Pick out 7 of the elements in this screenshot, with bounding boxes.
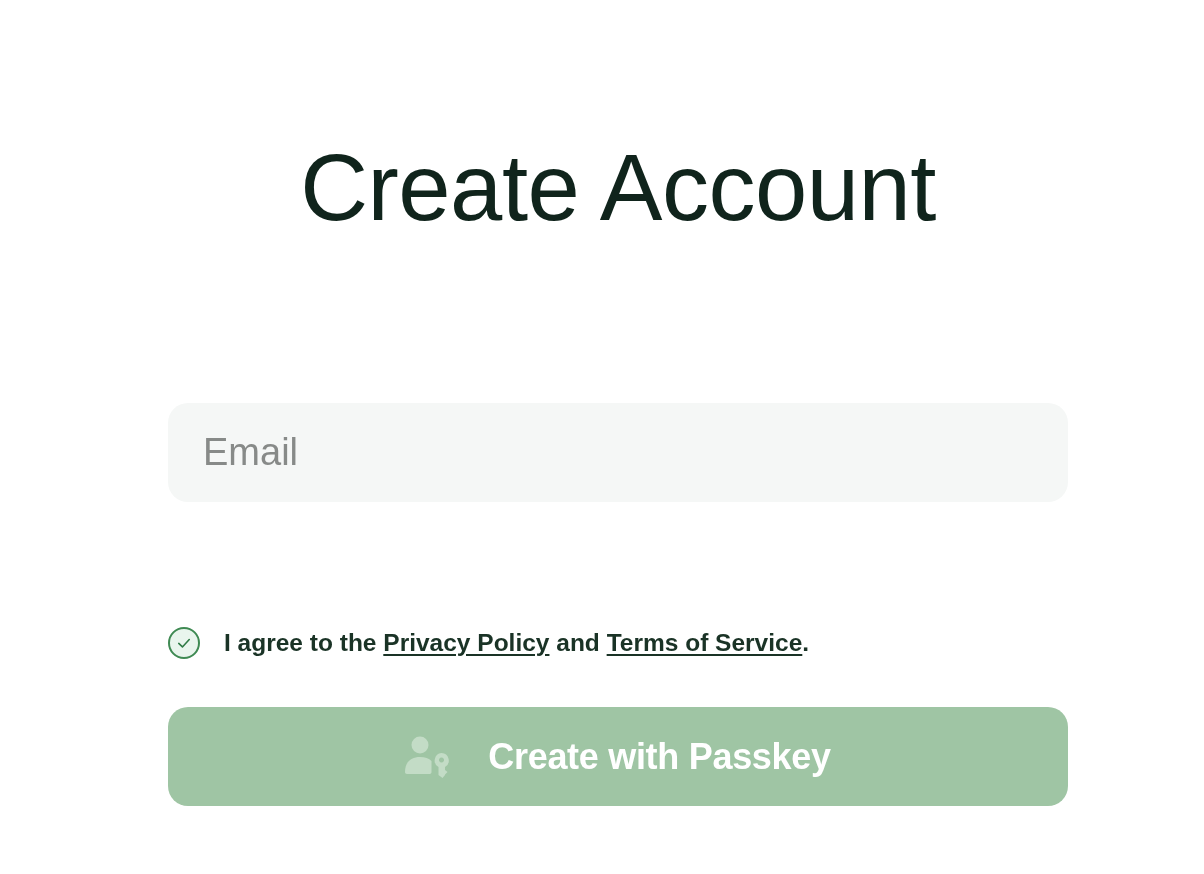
email-input-field[interactable]: Email — [168, 403, 1068, 502]
page-title: Create Account — [300, 134, 936, 242]
person-key-icon — [405, 735, 451, 778]
checkbox-circle-icon[interactable] — [168, 627, 200, 659]
policy-link[interactable]: Terms of Service — [606, 629, 803, 656]
policy-link[interactable]: Privacy Policy — [383, 629, 550, 656]
agreement-text: I agree to the Privacy Policy and Terms of Service. — [224, 629, 810, 657]
